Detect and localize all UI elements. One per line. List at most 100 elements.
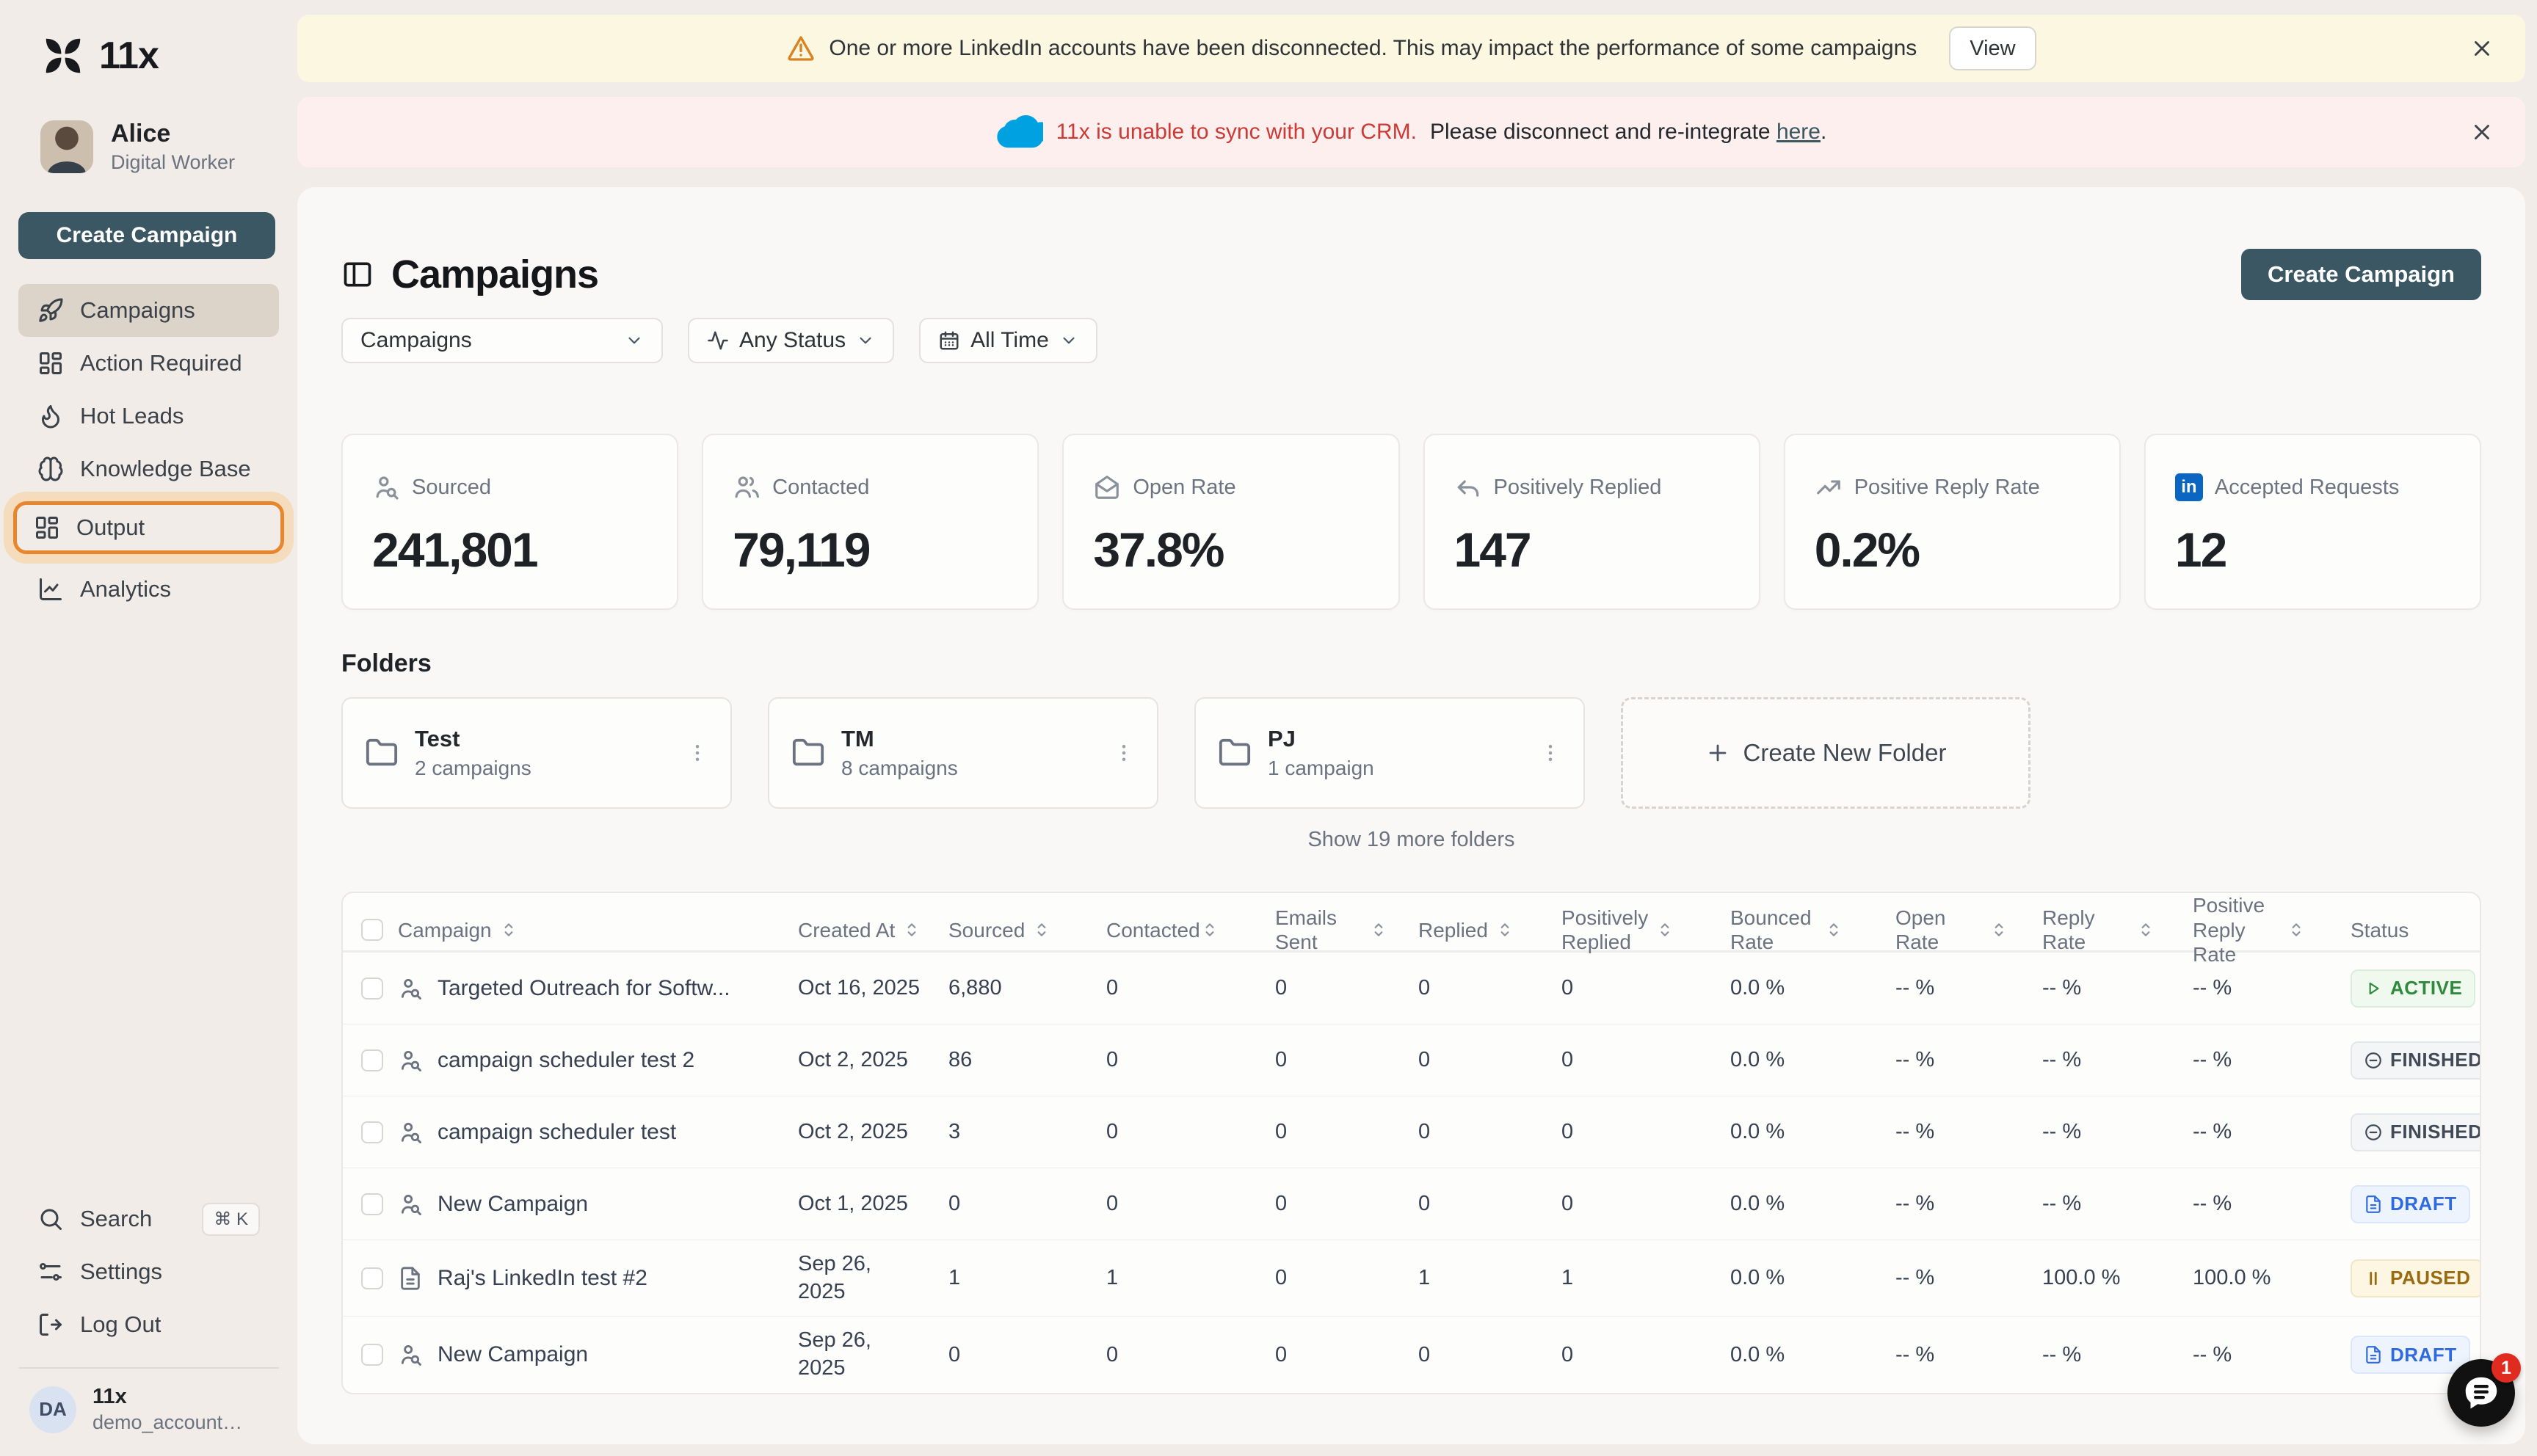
kebab-menu-icon[interactable] xyxy=(686,742,708,764)
chat-widget-button[interactable]: 1 xyxy=(2447,1353,2521,1427)
row-checkbox[interactable] xyxy=(361,1267,383,1289)
sidebar-toggle-icon[interactable] xyxy=(341,258,374,291)
sidebar-nav-item[interactable]: Action Required xyxy=(18,337,279,390)
table-row[interactable]: Targeted Outreach for Softw... Oct 16, 2… xyxy=(343,952,2480,1024)
close-icon[interactable] xyxy=(2469,120,2494,145)
create-campaign-button-sidebar[interactable]: Create Campaign xyxy=(18,212,275,259)
sidebar-footer-item[interactable]: Log Out xyxy=(18,1298,279,1351)
table-row[interactable]: campaign scheduler test 2 Oct 2, 2025 86… xyxy=(343,1024,2480,1096)
crm-banner-text: Please disconnect and re-integrate here. xyxy=(1429,120,1827,144)
sidebar-nav-item[interactable]: Analytics xyxy=(18,563,279,616)
status-label: DRAFT xyxy=(2390,1193,2457,1215)
keyboard-shortcut-badge: ⌘ K xyxy=(202,1202,260,1236)
open-rate-cell: -- % xyxy=(1895,1266,1935,1290)
create-folder-label: Create New Folder xyxy=(1743,739,1947,766)
row-checkbox[interactable] xyxy=(361,1193,383,1215)
row-checkbox[interactable] xyxy=(361,1344,383,1366)
filter-label: Any Status xyxy=(739,328,846,352)
filter-dropdown[interactable]: All Time xyxy=(919,318,1097,363)
table-row[interactable]: New Campaign Oct 1, 2025 0 0 0 0 0 0.0 %… xyxy=(343,1168,2480,1240)
status-label: ACTIVE xyxy=(2390,977,2463,999)
sidebar-nav-item[interactable]: Knowledge Base xyxy=(18,443,279,495)
page-header: Campaigns Create Campaign xyxy=(341,249,2481,300)
folder-card[interactable]: PJ 1 campaign xyxy=(1194,697,1585,809)
positively-replied-cell: 0 xyxy=(1561,1048,1574,1071)
nav-item-icon xyxy=(37,456,64,482)
row-checkbox[interactable] xyxy=(361,977,383,1000)
status-badge: FINISHED xyxy=(2351,1113,2480,1151)
sidebar-footer-item[interactable]: Settings xyxy=(18,1245,279,1298)
column-header-label: Positive Reply Rate xyxy=(2193,894,2265,967)
status-icon xyxy=(2364,1345,2383,1364)
column-header: Replied xyxy=(1418,918,1561,943)
kebab-menu-icon[interactable] xyxy=(1539,742,1561,764)
table-body: Targeted Outreach for Softw... Oct 16, 2… xyxy=(343,952,2480,1393)
show-more-folders-link[interactable]: Show 19 more folders xyxy=(341,828,2481,852)
column-header-label: Replied xyxy=(1418,918,1488,942)
table-row[interactable]: campaign scheduler test Oct 2, 2025 3 0 … xyxy=(343,1096,2480,1168)
footer-item-label: Settings xyxy=(80,1259,163,1284)
stat-value: 241,801 xyxy=(372,523,539,577)
sort-icon[interactable] xyxy=(499,920,518,939)
nav-item-icon xyxy=(34,514,60,541)
status-label: DRAFT xyxy=(2390,1343,2457,1366)
sort-icon[interactable] xyxy=(1655,920,1674,939)
row-checkbox[interactable] xyxy=(361,1049,383,1071)
sort-icon[interactable] xyxy=(2136,920,2155,939)
filter-dropdown[interactable]: Any Status xyxy=(688,318,895,363)
filter-dropdown[interactable]: Campaigns xyxy=(341,318,663,363)
stat-icon xyxy=(733,473,761,501)
chevron-down-icon xyxy=(856,331,875,350)
view-button[interactable]: View xyxy=(1949,26,2036,70)
select-all-checkbox[interactable] xyxy=(361,919,383,942)
table-row[interactable]: New Campaign Sep 26, 2025 0 0 0 0 0 0.0 … xyxy=(343,1316,2480,1392)
column-header-label: Emails Sent xyxy=(1275,906,1338,954)
sort-icon[interactable] xyxy=(902,920,921,939)
column-header-label: Contacted xyxy=(1106,918,1200,942)
create-new-folder-button[interactable]: Create New Folder xyxy=(1621,697,2030,809)
sidebar-nav-item[interactable]: Output xyxy=(13,501,284,554)
folder-card[interactable]: Test 2 campaigns xyxy=(341,697,732,809)
sort-icon[interactable] xyxy=(1032,920,1051,939)
column-header-label: Status xyxy=(2351,918,2409,942)
open-rate-cell: -- % xyxy=(1895,1192,1935,1215)
column-header: Created At xyxy=(798,918,948,943)
emails-sent-cell: 0 xyxy=(1275,1048,1288,1071)
table-row[interactable]: Raj's LinkedIn test #2 Sep 26, 2025 1 1 … xyxy=(343,1240,2480,1316)
sort-icon[interactable] xyxy=(2287,920,2306,939)
close-icon[interactable] xyxy=(2469,36,2494,61)
sort-icon[interactable] xyxy=(1989,920,2008,939)
column-header-label: Sourced xyxy=(948,918,1026,942)
sort-icon[interactable] xyxy=(1369,920,1388,939)
nav-item-label: Action Required xyxy=(80,350,242,376)
folder-card[interactable]: TM 8 campaigns xyxy=(768,697,1158,809)
positive-reply-rate-cell: -- % xyxy=(2193,1342,2232,1366)
kebab-menu-icon[interactable] xyxy=(1113,742,1135,764)
linkedin-banner-text: One or more LinkedIn accounts have been … xyxy=(829,36,1917,60)
filter-icon xyxy=(938,330,960,352)
status-icon xyxy=(2364,1123,2383,1142)
replied-cell: 0 xyxy=(1418,1192,1431,1215)
sourced-cell: 6,880 xyxy=(948,976,1002,1000)
campaign-type-icon xyxy=(398,1048,423,1073)
sidebar-footer-nav: Search ⌘ K Settings Log Out xyxy=(0,1193,297,1351)
footer-item-label: Log Out xyxy=(80,1311,161,1337)
account-row[interactable]: DA 11x demo_account@s... xyxy=(0,1385,297,1434)
sidebar-nav-item[interactable]: Campaigns xyxy=(18,284,279,337)
reply-rate-cell: 100.0 % xyxy=(2042,1266,2121,1290)
campaign-name: Targeted Outreach for Softw... xyxy=(438,975,730,1000)
sidebar-footer-item[interactable]: Search ⌘ K xyxy=(18,1193,279,1245)
here-link[interactable]: here xyxy=(1776,120,1821,144)
sidebar-nav-item[interactable]: Hot Leads xyxy=(18,390,279,443)
campaign-name: New Campaign xyxy=(438,1191,589,1216)
row-checkbox[interactable] xyxy=(361,1121,383,1143)
create-campaign-button[interactable]: Create Campaign xyxy=(2241,249,2481,300)
sort-icon[interactable] xyxy=(1824,920,1843,939)
sort-icon[interactable] xyxy=(1495,920,1514,939)
sort-icon[interactable] xyxy=(1200,920,1219,939)
campaign-name: New Campaign xyxy=(438,1342,589,1367)
bounced-rate-cell: 0.0 % xyxy=(1730,976,1785,1000)
reply-rate-cell: -- % xyxy=(2042,1342,2082,1366)
stat-icon xyxy=(372,473,400,501)
filter-icon xyxy=(707,330,729,352)
